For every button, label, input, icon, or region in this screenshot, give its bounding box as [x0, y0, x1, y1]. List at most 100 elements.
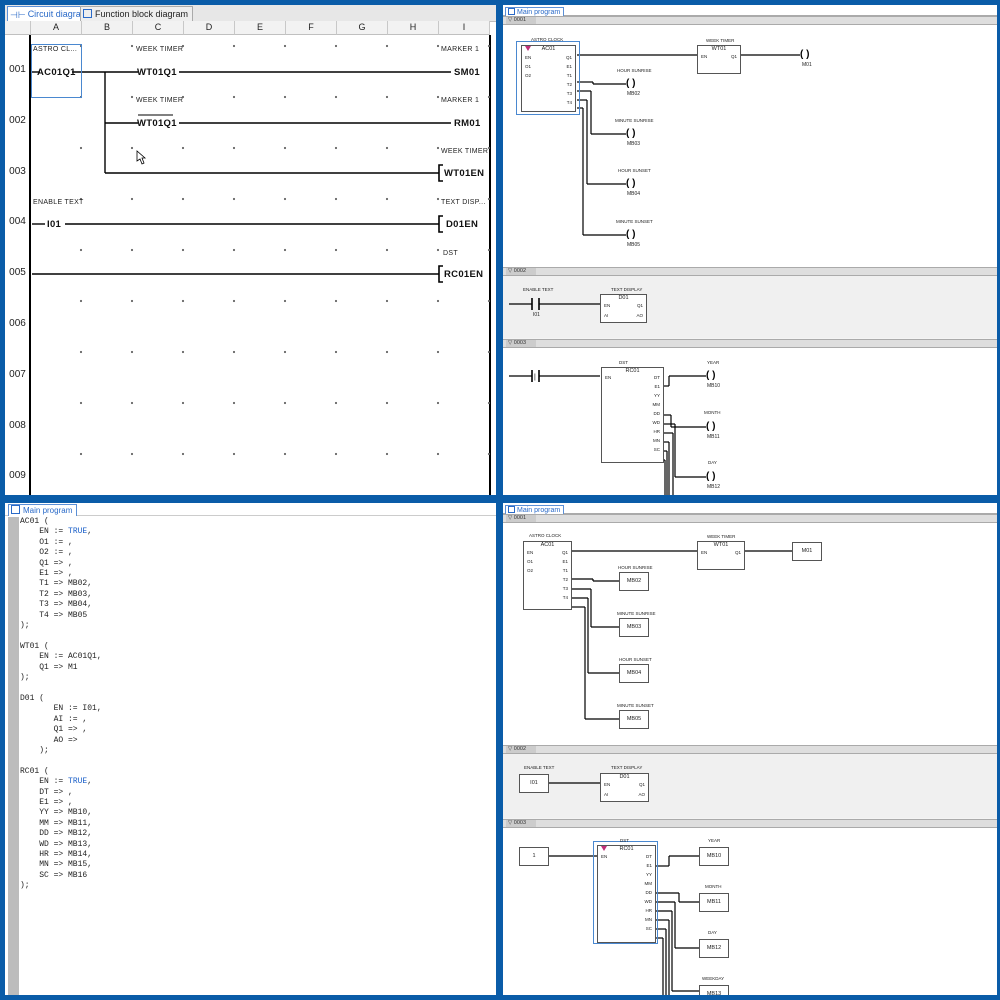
contact-i01[interactable]: I01: [47, 219, 61, 230]
output-mb04[interactable]: MB04: [619, 664, 649, 683]
code-line[interactable]: T2 => MB03,: [20, 590, 496, 600]
code-line[interactable]: HR => MB14,: [20, 850, 496, 860]
coil-rc01en[interactable]: RC01EN: [444, 269, 483, 280]
coil-d01en[interactable]: D01EN: [446, 219, 478, 230]
contact-wt01q1[interactable]: WT01Q1: [137, 67, 177, 78]
code-line[interactable]: AO =>: [20, 736, 496, 746]
code-line[interactable]: MM => MB11,: [20, 819, 496, 829]
block-ac01[interactable]: AC01 EN O1 O2 Q1 E1 T1 T2 T3 T4: [523, 541, 572, 610]
code-line[interactable]: );: [20, 881, 496, 891]
code-line[interactable]: YY => MB10,: [20, 808, 496, 818]
code-line[interactable]: EN := AC01Q1,: [20, 652, 496, 662]
coil-mb03-icon[interactable]: ( ): [626, 128, 635, 139]
fbd-pane-bottom: Main program ▽ 0001 ▽ 0002 ▽ 0003 ASTRO …: [503, 503, 997, 995]
code-line[interactable]: D01 (: [20, 694, 496, 704]
output-mb02[interactable]: MB02: [619, 572, 649, 591]
output-m01[interactable]: M01: [792, 542, 822, 561]
grid-dot: [130, 248, 134, 252]
output-mb11[interactable]: MB11: [699, 893, 729, 912]
coil-wt01en[interactable]: WT01EN: [444, 168, 484, 179]
code-line[interactable]: [20, 756, 496, 766]
coil-mb11-icon[interactable]: ( ): [706, 421, 715, 432]
code-line[interactable]: );: [20, 673, 496, 683]
block-rc01[interactable]: RC01 EN DT E1 YY MM DD WD HR MN SC: [601, 367, 664, 463]
output-mb13[interactable]: MB13: [699, 985, 729, 995]
code-line[interactable]: WD => MB13,: [20, 840, 496, 850]
pin-o2: O2: [527, 568, 534, 573]
output-mb03[interactable]: MB03: [619, 618, 649, 637]
pin-ao: AO: [636, 313, 643, 318]
contact-ac01q1[interactable]: AC01Q1: [37, 67, 76, 78]
pin-mn: MN: [645, 917, 652, 922]
pin-hr: HR: [645, 908, 653, 913]
coil-sm01[interactable]: SM01: [454, 67, 480, 78]
code-line[interactable]: DD => MB12,: [20, 829, 496, 839]
output-mb12[interactable]: MB12: [699, 939, 729, 958]
code-line[interactable]: Q1 => ,: [20, 559, 496, 569]
code-line[interactable]: O2 := ,: [20, 548, 496, 558]
code-line[interactable]: [20, 631, 496, 641]
code-line[interactable]: DT => ,: [20, 788, 496, 798]
contact-wt01q1-negated[interactable]: WT01Q1: [137, 118, 177, 129]
pin-wd: WD: [652, 420, 661, 425]
pin-o1: O1: [527, 559, 534, 564]
pin-t1: T1: [562, 568, 568, 573]
wt01-title: WEEK TIMER: [707, 534, 736, 539]
output-mb10[interactable]: MB10: [699, 847, 729, 866]
grid-dot: [181, 350, 185, 354]
block-wt01[interactable]: WT01 EN Q1: [697, 541, 745, 570]
block-name: D01: [619, 774, 630, 780]
grid-dot: [385, 299, 389, 303]
pin-t2: T2: [566, 82, 572, 87]
coil-mb02-icon[interactable]: ( ): [626, 78, 635, 89]
pin-e1: E1: [646, 863, 652, 868]
code-line[interactable]: );: [20, 746, 496, 756]
code-line[interactable]: );: [20, 621, 496, 631]
grid-dot: [436, 452, 440, 456]
code-line[interactable]: MN => MB15,: [20, 860, 496, 870]
code-line[interactable]: AI := ,: [20, 715, 496, 725]
pin-en: EN: [604, 782, 611, 787]
code-line[interactable]: [20, 684, 496, 694]
pin-en: EN: [601, 854, 608, 859]
code-line[interactable]: O1 := ,: [20, 538, 496, 548]
code-line[interactable]: Q1 => ,: [20, 725, 496, 735]
constant-1[interactable]: 1: [519, 847, 549, 866]
coil-mb12-icon[interactable]: ( ): [706, 471, 715, 482]
code-line[interactable]: T3 => MB04,: [20, 600, 496, 610]
grid-dot: [436, 146, 440, 150]
coil-rm01[interactable]: RM01: [454, 118, 481, 129]
fbd-pane-top: Main program ▽ 0001 ▽ 0002 ▽ 0003 | ASTR…: [503, 5, 997, 495]
code-line[interactable]: WT01 (: [20, 642, 496, 652]
code-line[interactable]: T4 => MB05: [20, 611, 496, 621]
coil-mb04-icon[interactable]: ( ): [626, 178, 635, 189]
code-line[interactable]: RC01 (: [20, 767, 496, 777]
code-line[interactable]: E1 => ,: [20, 569, 496, 579]
code-line[interactable]: AC01 (: [20, 517, 496, 527]
code-line[interactable]: Q1 => M1: [20, 663, 496, 673]
code-editor[interactable]: AC01 ( EN := TRUE, O1 := , O2 := , Q1 =>…: [20, 517, 496, 995]
output-mb05[interactable]: MB05: [619, 710, 649, 729]
grid-dot: [130, 146, 134, 150]
coil-mb05-icon[interactable]: ( ): [626, 229, 635, 240]
tab-main-program[interactable]: Main program: [8, 504, 78, 516]
block-rc01[interactable]: RC01 EN DT E1 YY MM DD WD HR MN SC: [597, 845, 656, 943]
coil-mb10-icon[interactable]: ( ): [706, 370, 715, 381]
contact-i01-label: I01: [533, 312, 540, 318]
coil-m01-icon[interactable]: ( ): [800, 49, 809, 60]
grid-dot: [487, 248, 491, 252]
block-d01[interactable]: D01 EN AI Q1 AO: [600, 773, 649, 802]
block-d01[interactable]: D01 EN AI Q1 AO: [600, 294, 647, 323]
code-line[interactable]: EN := TRUE,: [20, 527, 496, 537]
code-line[interactable]: E1 => ,: [20, 798, 496, 808]
code-line[interactable]: EN := TRUE,: [20, 777, 496, 787]
pin-en: EN: [701, 550, 708, 555]
code-line[interactable]: T1 => MB02,: [20, 579, 496, 589]
pin-dd: DD: [653, 411, 661, 416]
block-wt01[interactable]: WT01 EN Q1: [697, 45, 741, 74]
code-line[interactable]: SC => MB16: [20, 871, 496, 881]
grid-dot: [385, 197, 389, 201]
input-i01[interactable]: I01: [519, 774, 549, 793]
code-line[interactable]: EN := I01,: [20, 704, 496, 714]
block-ac01[interactable]: AC01 EN O1 O2 Q1 E1 T1 T2 T3 T4: [521, 45, 576, 112]
